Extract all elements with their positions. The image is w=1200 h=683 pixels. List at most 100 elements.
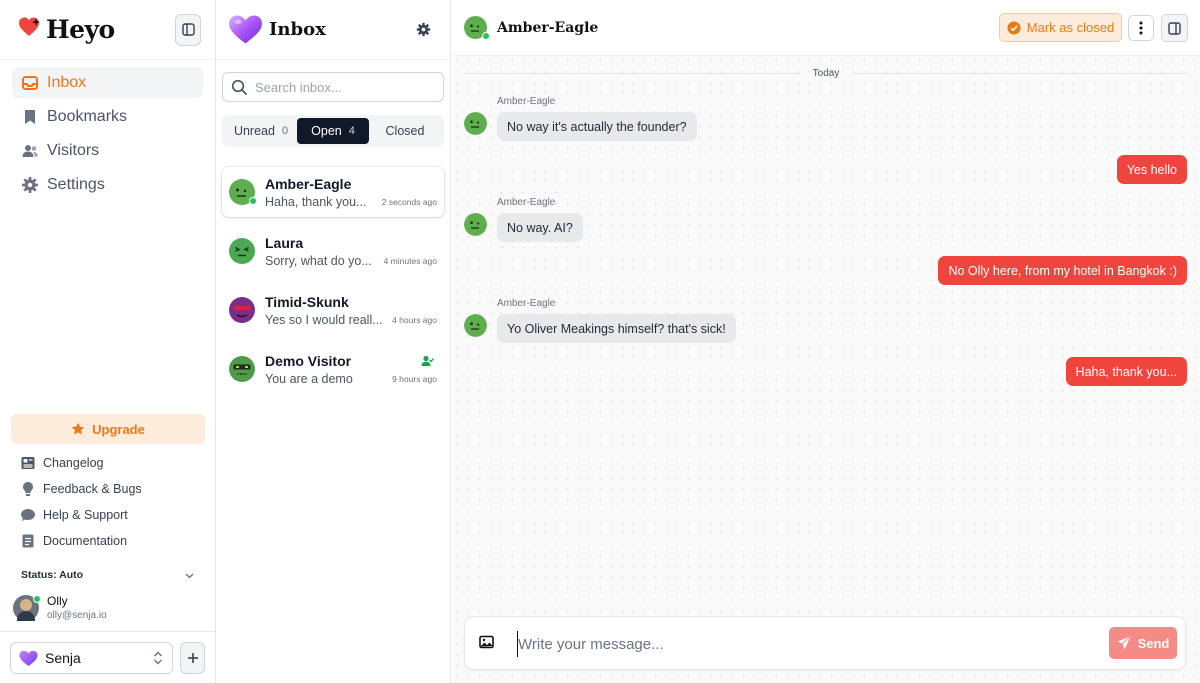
check-circle-icon [1007, 21, 1021, 34]
chevron-updown-icon [154, 651, 162, 665]
conversation-preview: You are a demo [265, 371, 353, 386]
search-box [222, 72, 444, 102]
outgoing-message: No Olly here, from my hotel in Bangkok :… [938, 256, 1187, 285]
avatar [464, 16, 490, 40]
heart-logo-icon [19, 650, 38, 666]
avatar [464, 314, 487, 337]
incoming-message: Yo Oliver Meakings himself? that's sick! [497, 314, 736, 343]
day-label: Today [812, 68, 840, 79]
conversation-item[interactable]: Laura Sorry, what do yo... 4 minutes ago [222, 226, 444, 276]
day-separator: Today [464, 68, 1188, 79]
nav-item-visitors[interactable]: Visitors [12, 135, 203, 166]
more-options-button[interactable] [1128, 15, 1154, 41]
chevron-down-icon [185, 573, 194, 578]
upgrade-button[interactable]: Upgrade [11, 414, 205, 444]
link-documentation[interactable]: Documentation [20, 528, 200, 554]
workspace-bar: Senja [0, 631, 216, 683]
search-input[interactable] [255, 79, 425, 95]
conversation-name: Amber-Eagle [265, 175, 352, 192]
conversation-item[interactable]: Timid-Skunk Yes so I would reall... 4 ho… [222, 285, 444, 335]
user-profile[interactable]: Olly olly@senja.io [13, 594, 107, 621]
user-email: olly@senja.io [47, 610, 107, 621]
inbox-icon [22, 75, 38, 90]
conversation-item[interactable]: Demo Visitor You are a demo 9 hours ago [222, 344, 444, 394]
conversation-preview: Sorry, what do yo... [265, 253, 372, 268]
inbox-settings-button[interactable] [416, 22, 431, 42]
collapse-sidebar-button[interactable] [175, 13, 201, 46]
inbox-header: Inbox [216, 0, 450, 60]
workspace-selector[interactable]: Senja [10, 642, 173, 674]
tab-label: Closed [385, 124, 425, 138]
message-input[interactable] [517, 631, 1097, 657]
online-indicator [249, 197, 257, 205]
chat-panel: Amber-Eagle Mark as closed Today Amber-E… [452, 0, 1200, 683]
tab-closed[interactable]: Closed [369, 118, 441, 144]
chat-header: Amber-Eagle Mark as closed [452, 0, 1200, 56]
avatar [464, 213, 487, 236]
conversation-preview: Haha, thank you... [265, 194, 367, 209]
incoming-message: No way it's actually the founder? [497, 112, 697, 141]
link-label: Feedback & Bugs [43, 482, 142, 496]
link-label: Documentation [43, 534, 128, 548]
toggle-details-panel-button[interactable] [1161, 14, 1188, 42]
status-selector[interactable]: Status: Auto [21, 569, 195, 581]
mark-as-closed-button[interactable]: Mark as closed [999, 13, 1122, 42]
vertical-dots-icon [1139, 21, 1143, 35]
brand-logo[interactable]: Heyo [18, 15, 115, 44]
send-icon [1117, 636, 1131, 650]
nav-label: Visitors [47, 141, 100, 159]
tab-unread[interactable]: Unread 0 [225, 118, 297, 144]
link-label: Changelog [43, 456, 104, 470]
online-indicator [482, 32, 490, 40]
conversation-time: 4 hours ago [392, 314, 437, 325]
upgrade-label: Upgrade [92, 421, 145, 437]
message-sender: Amber-Eagle [497, 197, 556, 208]
tab-count: 4 [348, 125, 355, 137]
gear-icon [416, 22, 431, 37]
tab-label: Unread [233, 124, 275, 138]
avatar [229, 179, 257, 205]
mark-closed-label: Mark as closed [1026, 20, 1115, 35]
link-help[interactable]: Help & Support [20, 502, 200, 528]
link-feedback[interactable]: Feedback & Bugs [20, 476, 200, 502]
conversation-time: 9 hours ago [392, 373, 437, 384]
nav-item-bookmarks[interactable]: Bookmarks [12, 101, 203, 132]
heart-logo-icon [229, 15, 262, 44]
avatar [229, 238, 255, 264]
nav-label: Inbox [47, 73, 87, 91]
chat-bubble-icon [21, 509, 35, 521]
lightbulb-icon [23, 482, 33, 496]
avatar [229, 297, 255, 323]
image-icon [479, 635, 494, 649]
nav-label: Settings [47, 175, 105, 193]
link-changelog[interactable]: Changelog [20, 450, 200, 476]
message-composer: Send [464, 616, 1186, 670]
avatar [464, 112, 487, 135]
heyo-logo-icon [18, 16, 42, 43]
link-label: Help & Support [43, 508, 128, 522]
nav-item-inbox[interactable]: Inbox [12, 67, 203, 98]
conversation-time: 2 seconds ago [381, 196, 437, 207]
tab-open[interactable]: Open 4 [297, 118, 369, 144]
conversation-item[interactable]: Amber-Eagle Haha, thank you... 2 seconds… [222, 167, 444, 217]
tab-count: 0 [281, 125, 289, 137]
send-button[interactable]: Send [1109, 627, 1177, 659]
conversation-preview: Yes so I would reall... [265, 312, 383, 327]
message-sender: Amber-Eagle [497, 96, 556, 107]
search-icon [231, 79, 248, 95]
avatar [13, 594, 41, 621]
document-icon [22, 534, 34, 548]
outgoing-message: Yes hello [1116, 155, 1187, 184]
conversation-name: Timid-Skunk [265, 293, 349, 310]
attach-image-button[interactable] [479, 635, 494, 654]
sidebar-toggle-icon [181, 23, 195, 36]
user-name: Olly [47, 594, 68, 608]
tab-label: Open [311, 124, 342, 138]
sidebar-toggle-icon [1168, 21, 1181, 35]
help-links: Changelog Feedback & Bugs Help & Support… [20, 450, 200, 554]
outgoing-message: Haha, thank you... [1065, 357, 1187, 386]
nav-item-settings[interactable]: Settings [12, 169, 203, 200]
message-sender: Amber-Eagle [497, 298, 556, 309]
add-workspace-button[interactable] [180, 642, 205, 674]
sidebar: Heyo Inbox Bookmarks Visitors Settings U… [0, 0, 216, 683]
